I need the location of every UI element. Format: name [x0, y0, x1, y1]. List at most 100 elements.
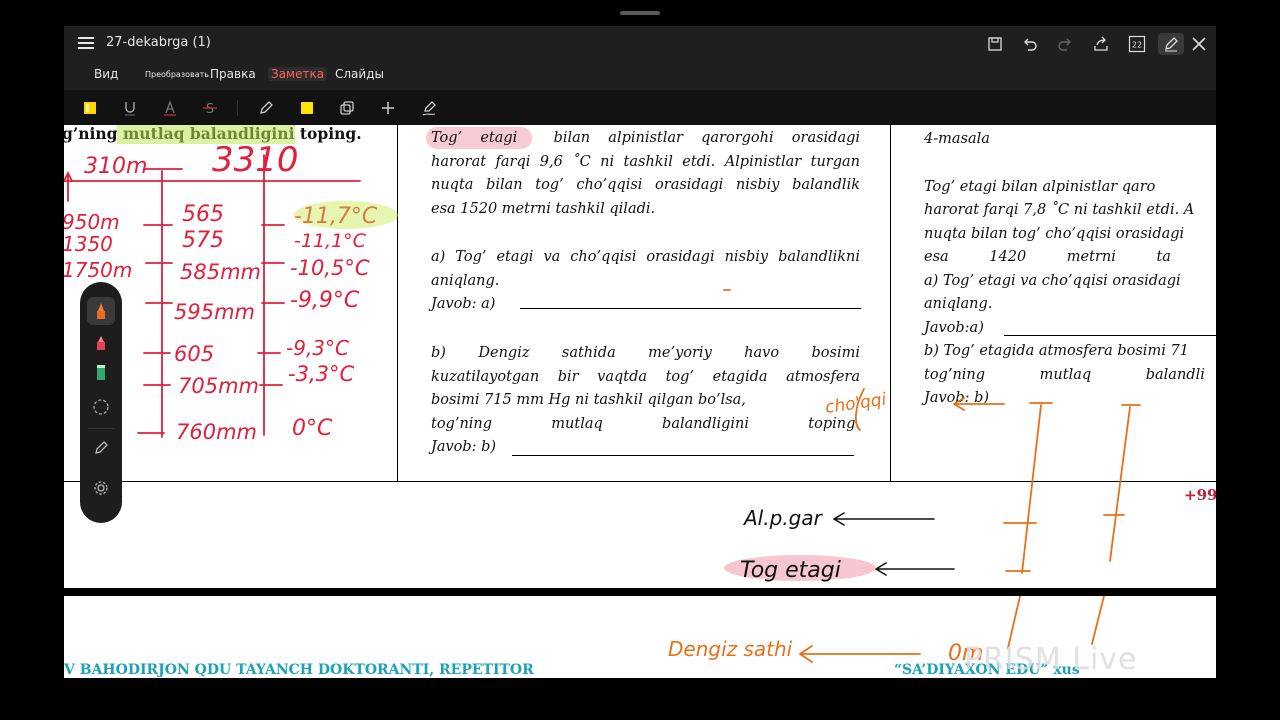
mid-p1-line-3: nuqta bilan tog’ cho’qqisi orasidagi nis… [431, 177, 860, 193]
hw-585mm: 585mm [180, 260, 261, 284]
hw-575: 575 [182, 228, 224, 253]
settings-gear-icon[interactable] [87, 474, 115, 502]
lasso-select-icon[interactable] [87, 393, 115, 421]
mid-p1-highlight: Tog’ etagi [431, 130, 518, 146]
page-count-icon[interactable]: 22 [1126, 33, 1148, 55]
marker-tool-icon[interactable] [297, 98, 317, 118]
hw-minus-11-1: -11,1°C [294, 230, 367, 252]
hw-minus-3-3: -3,3°C [288, 362, 354, 386]
column-divider-1 [397, 125, 398, 482]
hw-0c: 0°C [292, 416, 333, 441]
share-icon[interactable] [1090, 33, 1112, 55]
close-icon[interactable] [1188, 33, 1210, 55]
row-divider [64, 481, 1216, 482]
hw-dengiz-sathi: Dengiz sathi [668, 637, 793, 661]
add-icon[interactable] [378, 98, 398, 118]
undo-icon[interactable] [1019, 33, 1041, 55]
menu-convert[interactable]: Преобразовать [145, 70, 209, 79]
highlighter-tool-icon[interactable] [80, 98, 100, 118]
palette-divider [88, 428, 114, 429]
hw-760mm: 760mm [176, 420, 257, 444]
hw-minus-11-7: -11,7°C [294, 204, 378, 229]
mid-qb-line-1: b) Dengiz sathida me’yoriy havo bosimi [431, 345, 860, 361]
toolbar-divider [237, 100, 238, 116]
right-p1-line-2: harorat farqi 7,8 ˚C ni tashkil etdi. A [924, 202, 1195, 218]
hw-1750m: 1750m [64, 258, 132, 282]
right-p1-line-3: nuqta bilan tog’ cho’qqisi orasidagi [924, 225, 1185, 242]
right-qb-line-2: tog’ning mutlaq balandli [924, 366, 1205, 383]
hw-705mm: 705mm [178, 374, 259, 398]
mid-qb-line-4: tog’ning mutlaq balandligini toping. [431, 415, 860, 432]
lasso-pen-icon[interactable] [419, 98, 439, 118]
hw-minus-10-5: -10,5°C [290, 256, 370, 280]
hw-950m: 950m [64, 210, 120, 234]
green-highlight [117, 125, 295, 144]
hw-310m: 310m [84, 154, 147, 179]
footer-author: V BAHODIRJON QDU TAYANCH DOKTORANTI, REP… [64, 662, 534, 678]
phone-number: +99 [1184, 486, 1216, 504]
right-qa-line-2: aniqlang. [924, 296, 993, 312]
green-marker-icon[interactable] [87, 358, 115, 386]
mid-qb-line-3: bosimi 715 mm Hg ni tashkil qilgan bo’ls… [431, 392, 746, 408]
menu-view[interactable]: Вид [94, 67, 118, 81]
right-p1-line-4: esa 1420 metrni ta [924, 249, 1171, 265]
document-page-2[interactable]: V BAHODIRJON QDU TAYANCH DOKTORANTI, REP… [64, 596, 1216, 678]
orange-pen-icon[interactable] [87, 297, 115, 325]
svg-text:S: S [206, 102, 214, 116]
hw-3310: 3310 [212, 140, 299, 180]
mid-qa-line-2: aniqlang. [431, 272, 500, 289]
mid-qb-line-2: kuzatilayotgan bir vaqtda tog’ etagida a… [431, 368, 860, 385]
mid-paragraph-1: Tog’ etagi bilan alpinistlar qarorgohi o… [431, 127, 860, 221]
annotation-toolbar: S [64, 90, 1216, 125]
red-pen-icon[interactable] [87, 328, 115, 356]
hw-565: 565 [182, 202, 224, 227]
redo-icon[interactable] [1054, 33, 1076, 55]
underline-tool-icon[interactable] [120, 98, 140, 118]
mid-p1-line-4: esa 1520 metrni tashkil qiladi. [431, 200, 656, 217]
right-javob-b: Javob: b) [924, 390, 990, 406]
right-column: 4-masala Tog’ etagi bilan alpinistlar qa… [924, 128, 1216, 411]
right-black-margin [1216, 0, 1280, 720]
left-black-margin [0, 0, 64, 720]
text-color-tool-icon[interactable] [160, 98, 180, 118]
drag-handle[interactable] [620, 11, 660, 15]
hw-tog-etagi: Tog etagi [740, 558, 841, 583]
menu-bar: Вид Преобразовать Правка Заметка Слайды [64, 60, 1216, 90]
notes-app: 27-dekabrga (1) 22 Вид Преобразовать Пра… [64, 0, 1216, 720]
shapes-tool-icon[interactable] [337, 98, 357, 118]
menu-icon[interactable] [78, 37, 94, 49]
hw-595mm: 595mm [174, 300, 255, 324]
right-p1-line-1: Tog’ etagi bilan alpinistlar qaro [924, 178, 1156, 195]
strikethrough-tool-icon[interactable]: S [200, 98, 220, 118]
hw-alp-gar: Al.p.gar [742, 506, 824, 530]
mid-javob-a: Javob: a) [431, 296, 496, 312]
mid-question-a: a) Tog’ etagi va cho’qqisi orasidagi nis… [431, 246, 860, 317]
hw-605: 605 [174, 342, 214, 366]
page-count-label: 22 [1132, 41, 1142, 50]
right-answer-line-a[interactable] [1004, 335, 1216, 336]
page-gap [64, 588, 1216, 596]
answer-line-b[interactable] [512, 455, 854, 456]
answer-line-a[interactable] [520, 308, 861, 309]
right-qb-line-1: b) Tog’ etagida atmosfera bosimi 71 [924, 343, 1189, 359]
hw-1350: 1350 [64, 232, 113, 256]
pen-mode-icon[interactable] [1158, 33, 1184, 55]
right-javob-a: Javob:a) [924, 319, 984, 336]
right-title: 4-masala [924, 131, 990, 147]
edit-pen-icon[interactable] [87, 434, 115, 462]
pen-tool-icon[interactable] [256, 98, 276, 118]
save-icon[interactable] [984, 33, 1006, 55]
mid-p1-line-2: harorat farqi 9,6 ˚C ni tashkil etdi. Al… [431, 153, 860, 170]
document-page[interactable]: g’ning mutlaq balandligini toping. Tog’ … [64, 125, 1216, 588]
mid-p1-line-1: bilan alpinistlar qarorgohi orasidagi [553, 130, 861, 146]
hw-minus-9-3: -9,3°C [286, 336, 349, 360]
menu-slides[interactable]: Слайды [335, 67, 384, 81]
menu-note[interactable]: Заметка [268, 67, 328, 81]
menu-edit[interactable]: Правка [210, 67, 256, 81]
title-bar: 27-dekabrga (1) 22 [64, 26, 1216, 60]
column-divider-2 [890, 125, 891, 482]
right-qa-line-1: a) Tog’ etagi va cho’qqisi orasidagi [924, 272, 1181, 289]
mid-qa-line-1: a) Tog’ etagi va cho’qqisi orasidagi nis… [431, 249, 860, 265]
mid-javob-b: Javob: b) [431, 439, 497, 455]
pen-palette [80, 282, 122, 523]
